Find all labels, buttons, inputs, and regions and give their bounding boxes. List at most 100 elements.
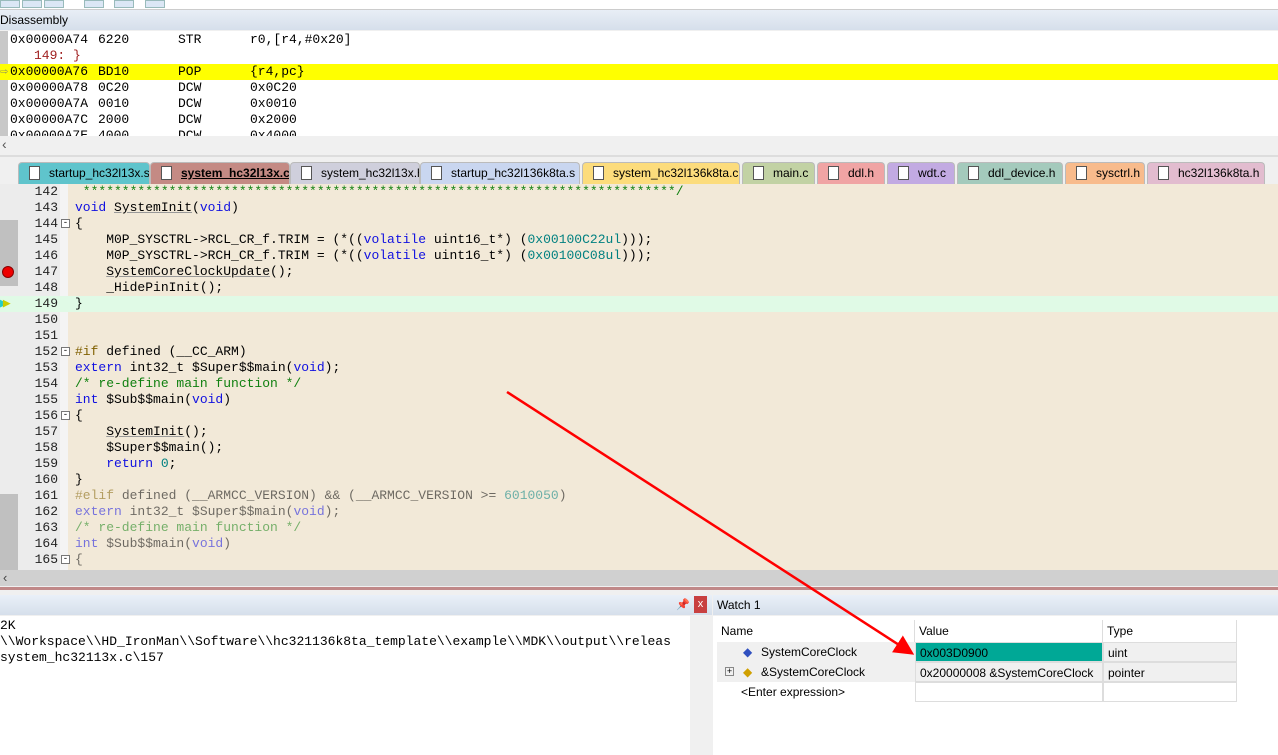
toolbar-button[interactable]	[114, 0, 134, 8]
code-line[interactable]: 163 /* re-define main function */	[0, 520, 1278, 536]
code-token: 6010050	[504, 488, 559, 503]
column-header-type[interactable]: Type	[1103, 620, 1237, 642]
tab-system-hc32l13x-h[interactable]: system_hc32l13x.h	[290, 162, 420, 184]
watch-row[interactable]: + ◆ &SystemCoreClock 0x20000008 &SystemCore…	[713, 662, 1238, 682]
code-line[interactable]: 144 {-	[0, 216, 1278, 232]
column-header-name[interactable]: Name	[717, 620, 915, 642]
output-panel[interactable]: 2K \\Workspace\\HD_IronMan\\Software\\hc3…	[0, 616, 690, 755]
code-token: #elif	[75, 488, 115, 503]
code-line[interactable]: 158 $Super$$main();	[0, 440, 1278, 456]
watch-row[interactable]: ◆ SystemCoreClock 0x003D0900 uint	[713, 642, 1238, 662]
code-line[interactable]: 146 M0P_SYSCTRL->RCH_CR_f.TRIM = (*((vol…	[0, 248, 1278, 264]
tab-system-hc32l136k8ta-c[interactable]: system_hc32l136k8ta.c	[582, 162, 740, 184]
tab-label: sysctrl.h	[1096, 166, 1141, 180]
tab-ddl-h[interactable]: ddl.h	[817, 162, 885, 184]
code-line[interactable]: 159 return 0;	[0, 456, 1278, 472]
disasm-op: 0C20	[98, 80, 130, 95]
output-vscrollbar[interactable]	[690, 616, 712, 755]
disasm-mn: STR	[178, 32, 202, 47]
tab-label: main.c	[773, 166, 809, 180]
tab-wdt-c[interactable]: wdt.c	[887, 162, 955, 184]
tab-ddl-device-h[interactable]: ddl_device.h	[957, 162, 1063, 184]
watch-name[interactable]: <Enter expression>	[717, 682, 915, 702]
toolbar-button[interactable]	[84, 0, 104, 8]
code-line[interactable]: 149} ▶▶	[0, 296, 1278, 312]
code-line[interactable]: 165 {-	[0, 552, 1278, 568]
fold-toggle-icon[interactable]: -	[61, 411, 70, 420]
tab-sysctrl-h[interactable]: sysctrl.h	[1065, 162, 1145, 184]
tab-system-hc32l13x-c[interactable]: system_hc32l13x.c	[150, 162, 290, 184]
watch-row[interactable]: <Enter expression>	[713, 682, 1238, 702]
fold-toggle-icon[interactable]: -	[61, 555, 70, 564]
toolbar-button[interactable]	[22, 0, 42, 8]
toolbar-button[interactable]	[145, 0, 165, 8]
code-line[interactable]: 150	[0, 312, 1278, 328]
disassembly-hscrollbar[interactable]: ‹	[0, 136, 1278, 154]
file-icon	[29, 166, 40, 180]
disassembly-title: Disassembly	[0, 10, 1278, 30]
code-token: }	[75, 472, 83, 487]
toolbar-button[interactable]	[44, 0, 64, 8]
tab-startup-hc32l13x-s[interactable]: startup_hc32l13x.s	[18, 162, 150, 184]
code-text: int $Sub$$main(void)	[75, 392, 231, 408]
line-number: 151	[34, 328, 58, 343]
code-line[interactable]: 155 int $Sub$$main(void)	[0, 392, 1278, 408]
disassembly-row[interactable]: 0x00000A74 6220 STR r0,[r4,#0x20]	[0, 32, 1278, 48]
pin-icon[interactable]: 📌	[676, 598, 690, 611]
line-number: 147	[34, 264, 58, 279]
splitter[interactable]	[0, 587, 1278, 590]
fold-toggle-icon[interactable]: -	[61, 219, 70, 228]
code-line[interactable]: 160}	[0, 472, 1278, 488]
disassembly-row[interactable]: 0x00000A78 0C20 DCW 0x0C20	[0, 80, 1278, 96]
code-line[interactable]: 145 M0P_SYSCTRL->RCL_CR_f.TRIM = (*((vol…	[0, 232, 1278, 248]
disasm-op: 6220	[98, 32, 130, 47]
code-line[interactable]: 147 SystemCoreClockUpdate();	[0, 264, 1278, 280]
close-button[interactable]: x	[694, 596, 707, 613]
code-token: /* re-define main function */	[75, 520, 302, 535]
code-line[interactable]: 156 {-	[0, 408, 1278, 424]
disassembly-row[interactable]: 0x00000A7E 4000 DCW 0x4000	[0, 128, 1278, 136]
code-editor[interactable]: 142 ************************************…	[0, 184, 1278, 570]
code-line[interactable]: 161 #elif defined (__ARMCC_VERSION) && (_…	[0, 488, 1278, 504]
column-header-value[interactable]: Value	[915, 620, 1103, 642]
code-line[interactable]: 142 ************************************…	[0, 184, 1278, 200]
toolbar-button[interactable]	[0, 0, 20, 8]
tab-startup-hc32l136k8ta-s[interactable]: startup_hc32l136k8ta.s	[420, 162, 580, 184]
watch-value[interactable]: 0x003D0900	[915, 642, 1103, 662]
code-line[interactable]: 154 /* re-define main function */	[0, 376, 1278, 392]
watch-value[interactable]	[915, 682, 1103, 702]
code-token: int32_t $Super$$main(	[121, 504, 294, 519]
watch-value[interactable]: 0x20000008 &SystemCoreClock	[915, 662, 1103, 682]
disassembly-row[interactable]: 0x00000A76 BD10 POP {r4,pc} ⇨	[0, 64, 1278, 80]
watch-name[interactable]: ◆ SystemCoreClock	[717, 642, 915, 662]
disassembly-row[interactable]: 149: }	[0, 48, 1278, 64]
code-line[interactable]: 148 _HidePinInit();	[0, 280, 1278, 296]
tab-hc32l136k8ta-h[interactable]: hc32l136k8ta.h	[1147, 162, 1265, 184]
breakpoint-icon[interactable]	[2, 266, 14, 278]
code-line[interactable]: 162 extern int32_t $Super$$main(void);	[0, 504, 1278, 520]
code-token: uint16_t*) (	[426, 232, 528, 247]
line-number: 164	[34, 536, 58, 551]
expand-icon[interactable]: +	[725, 667, 734, 676]
watch-name[interactable]: + ◆ &SystemCoreClock	[717, 662, 915, 682]
disassembly-view[interactable]: 0x00000A74 6220 STR r0,[r4,#0x20] 149: } 0x00…	[0, 31, 1278, 136]
code-token: defined (__CC_ARM)	[98, 344, 247, 359]
editor-hscrollbar[interactable]: ‹	[0, 570, 1278, 586]
line-number: 142	[34, 184, 58, 199]
code-line[interactable]: 152 #if defined (__CC_ARM) -	[0, 344, 1278, 360]
code-line[interactable]: 157 SystemInit();	[0, 424, 1278, 440]
tab-main-c[interactable]: main.c	[742, 162, 815, 184]
code-token: );	[324, 360, 341, 375]
disassembly-row[interactable]: 0x00000A7C 2000 DCW 0x2000	[0, 112, 1278, 128]
watch-type	[1103, 682, 1237, 702]
code-line[interactable]: 143 void SystemInit(void)	[0, 200, 1278, 216]
fold-toggle-icon[interactable]: -	[61, 347, 70, 356]
code-token: ();	[184, 424, 208, 439]
current-instruction-arrow-icon: ⇨	[0, 64, 8, 79]
disassembly-row[interactable]: 0x00000A7A 0010 DCW 0x0010	[0, 96, 1278, 112]
code-text: }	[75, 472, 83, 488]
code-line[interactable]: 151	[0, 328, 1278, 344]
code-line[interactable]: 164 int $Sub$$main(void)	[0, 536, 1278, 552]
code-line[interactable]: 153 extern int32_t $Super$$main(void);	[0, 360, 1278, 376]
